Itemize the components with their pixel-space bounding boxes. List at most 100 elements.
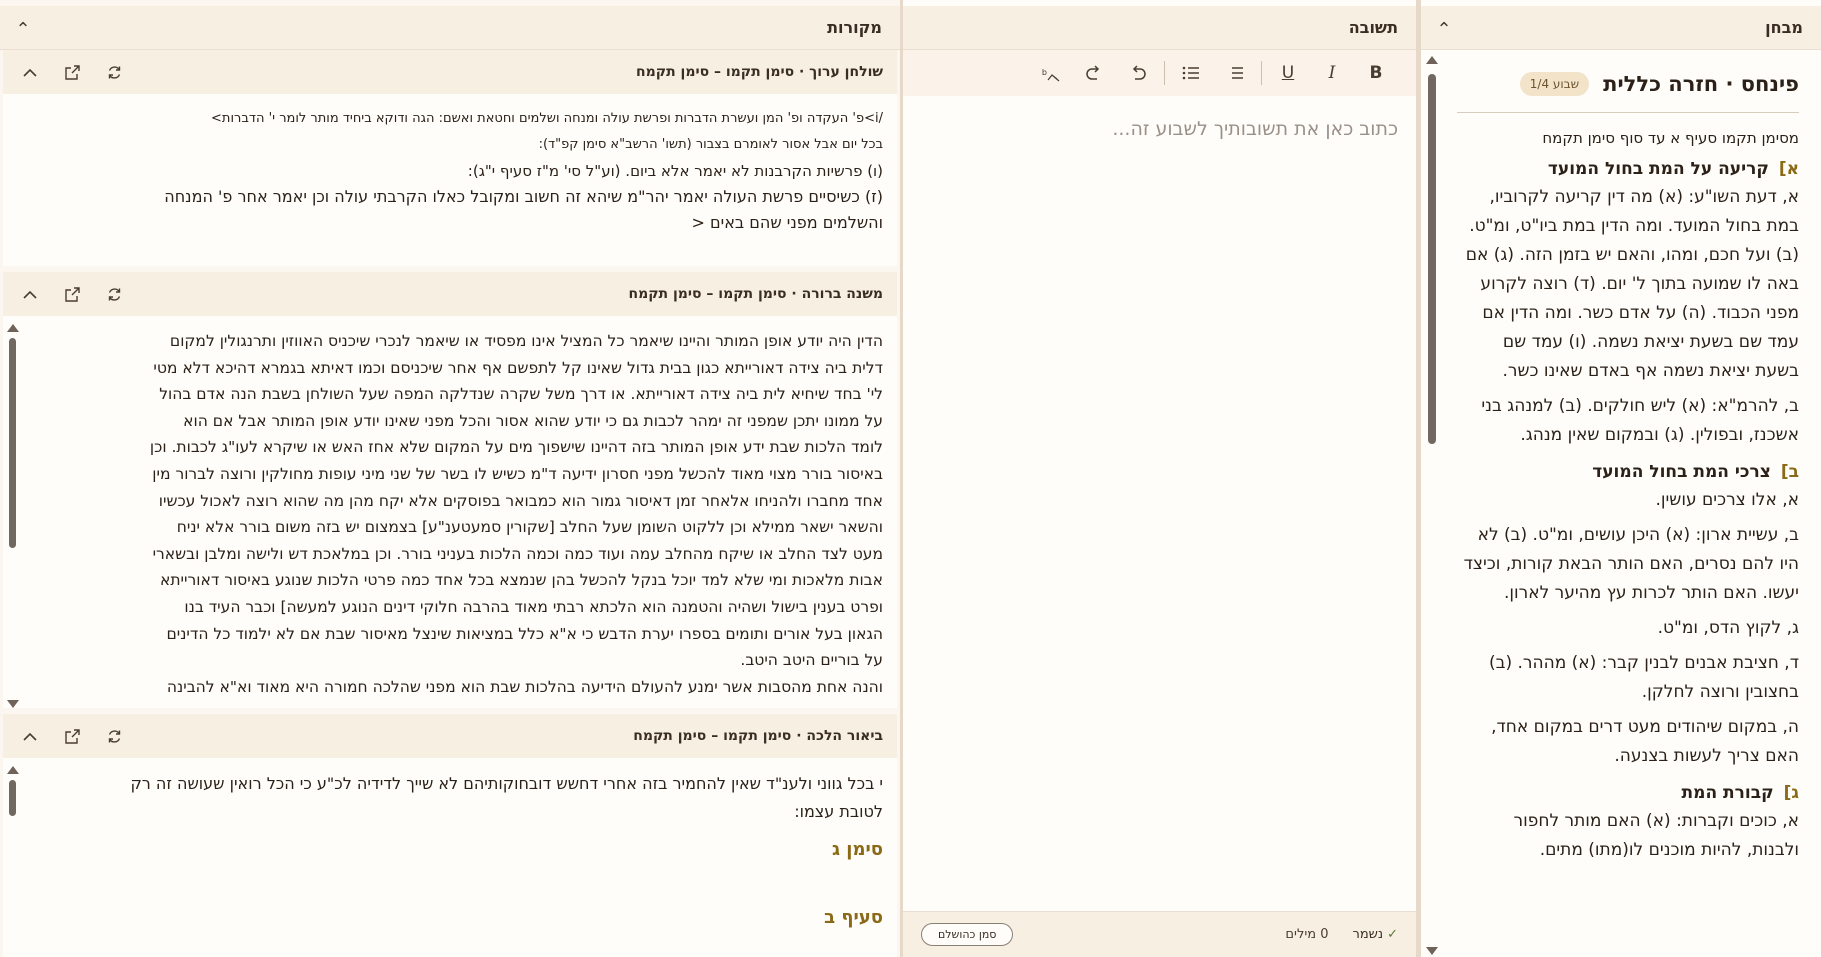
word-count: 0 מילים — [1285, 927, 1329, 942]
scroll-down-icon[interactable] — [7, 700, 19, 708]
question-item: א, דעת השו"ע: (א) מה דין קריעה לקרוביו, … — [1465, 187, 1799, 381]
editor-toolbar: B I U 123 Ab — [903, 50, 1416, 97]
section-heading: צרכי המת בחול המועד — [1592, 462, 1771, 482]
parsha-title: פינחס · חזרה כללית — [1603, 72, 1799, 96]
section-title: א] קריעה על המת בחול המועד — [1457, 159, 1799, 179]
source-line: (ו) פרשיות הקרבנות לא יאמר אלא ביום. (וע… — [467, 162, 883, 180]
exam-title: מבחן — [1765, 18, 1803, 37]
toolbar-divider — [1164, 61, 1165, 85]
section-title: ג] קבורת המת — [1457, 783, 1799, 803]
sources-header: מקורות — [0, 6, 900, 50]
source-line: והשאר ישאר ממילא וכן ללקוט השומן שעל החל… — [176, 518, 883, 537]
open-external-icon[interactable] — [61, 61, 83, 83]
source-card-mishna-berura: משנה ברורה · סימן תקמו – סימן תקמח הדין … — [3, 272, 897, 708]
undo-button[interactable] — [1116, 57, 1160, 89]
collapse-sources-icon[interactable] — [12, 20, 34, 35]
answer-editor[interactable] — [903, 96, 1416, 911]
undo-icon — [1132, 65, 1146, 80]
seif-heading: סעיף ב — [824, 907, 883, 928]
exam-range: מסימן תקמו סעיף א עד סוף סימן תקמח — [1542, 129, 1799, 147]
ordered-list-icon: 123 — [1232, 67, 1243, 79]
collapse-source-icon[interactable] — [19, 725, 41, 747]
mark-complete-button[interactable]: סמן כהושלם — [921, 923, 1014, 946]
source-line: באיסור בורר מצוי מאוד להכשל מפני חסרון י… — [152, 464, 883, 483]
section-letter: ב] — [1780, 462, 1799, 482]
source-scrollbar[interactable] — [6, 766, 19, 957]
question-item: א, אלו צרכים עושין. — [1655, 490, 1799, 510]
source-line: לטובת עצמו: — [794, 802, 883, 821]
section-letter: א] — [1778, 159, 1799, 179]
sources-panel: מקורות שולחן ערוך · סימן תקמו – סימן תקמ… — [0, 0, 903, 957]
source-line: הגאון בעל אורים ותומים בספרו יערת הדבש כ… — [166, 624, 883, 643]
source-card-biur-halacha: ביאור הלכה · סימן תקמו – סימן תקמח י בכל… — [3, 714, 897, 957]
source-line: אחד מחברו ולהניחו אלאחר זמן דאיסור גמור … — [158, 491, 883, 510]
source-line: אבות מלאכות ומי שלא למד יוכל בנקל להכשל … — [160, 571, 883, 590]
check-icon: ✓ — [1387, 927, 1398, 942]
source-card-shulchan-aruch: שולחן ערוך · סימן תקמו – סימן תקמח /i>פ'… — [3, 50, 897, 266]
redo-icon — [1086, 65, 1100, 80]
refresh-icon[interactable] — [103, 725, 125, 747]
answer-panel: תשובה B I U 123 Ab ✓נשמר 0 מילים סמן כהו… — [903, 0, 1421, 957]
scroll-down-icon[interactable] — [1426, 947, 1438, 955]
source-text: הדין היה יודע אופן המותר והיינו שיאמר כל… — [33, 316, 883, 708]
svg-text:b: b — [1042, 68, 1047, 77]
collapse-exam-icon[interactable] — [1433, 20, 1455, 35]
source-title: שולחן ערוך · סימן תקמו – סימן תקמח — [636, 64, 883, 80]
source-line: י בכל גווני ולענ"ד שאין להחמיר בזה אחרי … — [130, 774, 883, 793]
answer-footer: ✓נשמר 0 מילים סמן כהושלם — [903, 911, 1416, 957]
exam-scrollbar[interactable] — [1425, 56, 1439, 955]
scroll-up-icon[interactable] — [7, 324, 19, 332]
scroll-thumb[interactable] — [9, 780, 16, 816]
question-item: א, כוכים וקברות: (א) האם מותר לחפור ולבנ… — [1513, 811, 1799, 860]
open-external-icon[interactable] — [61, 725, 83, 747]
collapse-source-icon[interactable] — [19, 283, 41, 305]
svg-text:A: A — [1040, 66, 1041, 76]
clear-format-icon: Ab — [1040, 66, 1060, 82]
question-item: ב, להרמ"א: (א) ליש חולקים. (ב) למנהג בני… — [1481, 396, 1799, 445]
question-item: ד, חציבת אבנים לבנין קבר: (א) מההר. (ב) … — [1488, 653, 1799, 702]
section-heading: קבורת המת — [1681, 783, 1774, 803]
ordered-list-button[interactable]: 123 — [1213, 57, 1257, 89]
source-scrollbar[interactable] — [6, 324, 19, 708]
source-line: לי' בחד שיחיא לית ביה צידה דאורייתא. או … — [159, 385, 883, 404]
bold-button[interactable]: B — [1354, 57, 1398, 89]
source-line: (ז) כשיסיים פרשת העולה יאמר יהר"מ שיהא ז… — [164, 187, 883, 206]
source-line: בכל יום אבל אסור לאומרם בצבור (תשו' הרשב… — [538, 137, 883, 152]
exam-header: מבחן — [1421, 6, 1821, 50]
question-item: ה, במקום שיהודים מעט דרים במקום אחד, האם… — [1491, 717, 1799, 766]
section-heading: קריעה על המת בחול המועד — [1547, 159, 1769, 179]
underline-button[interactable]: U — [1266, 57, 1310, 89]
collapse-source-icon[interactable] — [19, 61, 41, 83]
section-letter: ג] — [1783, 783, 1799, 803]
source-line: מעט לצד החלב או שיקח מהחלב עמה ועוד כמה … — [152, 544, 883, 563]
scroll-thumb[interactable] — [1428, 74, 1436, 444]
scroll-up-icon[interactable] — [7, 766, 19, 774]
source-line: ופרט בענין בישול ושהיה והטמנה הוא הלכתא … — [184, 597, 883, 616]
scroll-thumb[interactable] — [9, 338, 16, 548]
open-external-icon[interactable] — [61, 283, 83, 305]
exam-panel: מבחן פינחס · חזרה כללית שבוע 1/4 מסימן ת… — [1421, 0, 1821, 957]
save-status: ✓נשמר — [1353, 927, 1399, 942]
source-title: משנה ברורה · סימן תקמו – סימן תקמח — [628, 286, 883, 302]
redo-button[interactable] — [1072, 57, 1116, 89]
italic-button[interactable]: I — [1310, 57, 1354, 89]
source-line: לומד הלכות שבת ידע אופן המותר בזה דהיינו… — [149, 438, 883, 457]
refresh-icon[interactable] — [103, 61, 125, 83]
exam-title-row: פינחס · חזרה כללית שבוע 1/4 — [1457, 72, 1799, 113]
bullet-list-button[interactable] — [1169, 57, 1213, 89]
bullet-list-icon — [1182, 66, 1199, 80]
answer-header: תשובה — [903, 6, 1416, 50]
question-item: ב, עשיית ארון: (א) היכן עושים, ומ"ט. (ב)… — [1463, 525, 1799, 603]
exam-content: פינחס · חזרה כללית שבוע 1/4 מסימן תקמו ס… — [1457, 50, 1799, 957]
refresh-icon[interactable] — [103, 283, 125, 305]
source-title: ביאור הלכה · סימן תקמו – סימן תקמח — [633, 728, 883, 744]
question-item: ג, לקוץ הדס, ומ"ט. — [1657, 618, 1799, 638]
source-card-header: שולחן ערוך · סימן תקמו – סימן תקמח — [3, 50, 897, 94]
clear-format-button[interactable]: Ab — [1028, 57, 1072, 89]
source-text: י בכל גווני ולענ"ד שאין להחמיר בזה אחרי … — [33, 758, 883, 957]
scroll-up-icon[interactable] — [1426, 56, 1438, 64]
source-text: /i>פ' העקדה ופ' המן ועשרת הדברות ופרשת ע… — [25, 94, 883, 266]
toolbar-divider — [1261, 61, 1262, 85]
source-line: על בוריים היטב היטב. — [740, 651, 883, 670]
source-line: /i>פ' העקדה ופ' המן ועשרת הדברות ופרשת ע… — [211, 111, 883, 126]
